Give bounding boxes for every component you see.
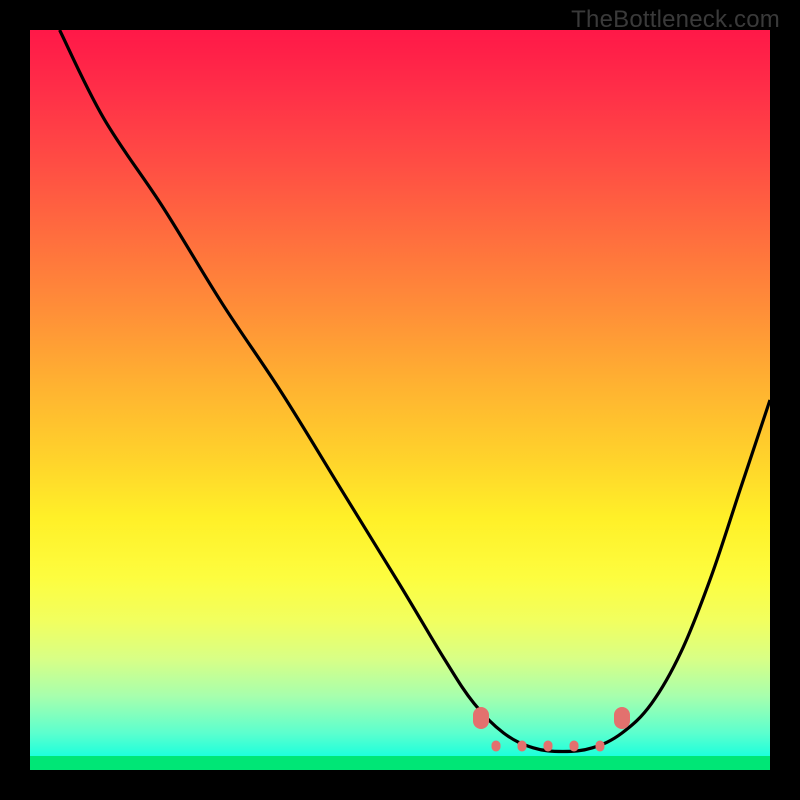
flat-zone-tick-3: [569, 741, 578, 752]
chart-plot-area: [30, 30, 770, 770]
flat-zone-tick-4: [595, 741, 604, 752]
chart-markers-layer: [30, 30, 770, 770]
marker-flat-zone-right: [614, 707, 630, 729]
flat-zone-tick-1: [518, 741, 527, 752]
flat-zone-tick-0: [492, 741, 501, 752]
watermark-text: TheBottleneck.com: [571, 6, 780, 34]
marker-flat-zone-left: [473, 707, 489, 729]
flat-zone-tick-2: [544, 741, 553, 752]
